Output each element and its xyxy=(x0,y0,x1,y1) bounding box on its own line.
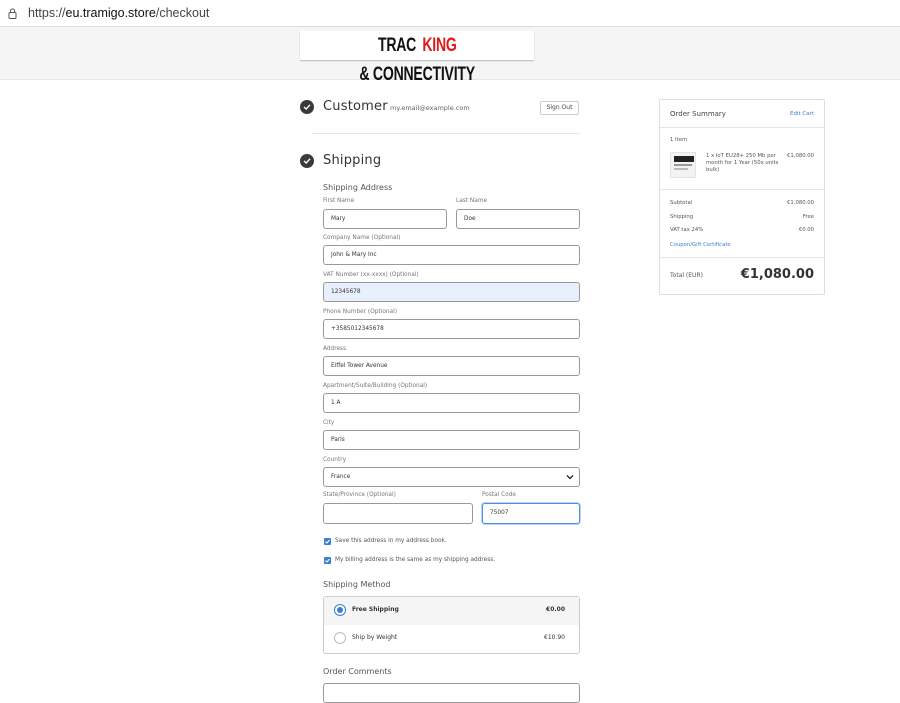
shipping-value: Free xyxy=(802,214,814,220)
save-address-checkbox[interactable] xyxy=(324,538,331,545)
country-label: Country xyxy=(323,457,347,463)
vat-field[interactable]: 12345678 xyxy=(323,282,580,302)
phone-field[interactable]: +3585012345678 xyxy=(323,319,580,339)
country-select[interactable]: France xyxy=(323,467,580,487)
apartment-field[interactable]: 1 A xyxy=(323,393,580,413)
shipping-option-price: €10.90 xyxy=(544,634,565,641)
shipping-option-name: Ship by Weight xyxy=(352,634,398,641)
save-address-label: Save this address in my address book. xyxy=(335,538,447,544)
apartment-label: Apartment/Suite/Building (Optional) xyxy=(323,383,428,389)
edit-cart-link[interactable]: Edit Cart xyxy=(790,111,814,117)
order-comments-field[interactable] xyxy=(323,683,580,703)
shipping-option-price: €0.00 xyxy=(546,606,565,613)
address-field[interactable]: Eiffel Tower Avenue xyxy=(323,356,580,376)
item-price: €1,080.00 xyxy=(787,153,814,159)
shipping-option-weight[interactable]: Ship by Weight €10.90 xyxy=(324,625,579,653)
chevron-down-icon xyxy=(566,475,574,480)
address-label: Address xyxy=(323,346,347,352)
customer-email: my.email@example.com xyxy=(390,104,470,112)
total-value: €1,080.00 xyxy=(740,267,814,282)
radio-unselected[interactable] xyxy=(334,632,346,644)
divider xyxy=(312,133,580,134)
postal-label: Postal Code xyxy=(482,492,516,498)
billing-same-label: My billing address is the same as my shi… xyxy=(335,557,496,563)
shipping-method-heading: Shipping Method xyxy=(323,580,391,589)
company-field[interactable]: John & Mary Inc xyxy=(323,245,580,265)
customer-step-title: Customer xyxy=(323,99,388,114)
state-field[interactable] xyxy=(323,503,473,524)
city-label: City xyxy=(323,420,335,426)
billing-same-checkbox[interactable] xyxy=(324,557,331,564)
shipping-step-title: Shipping xyxy=(323,153,382,168)
order-comments-heading: Order Comments xyxy=(323,667,392,676)
product-thumbnail xyxy=(670,152,696,178)
order-summary-panel: Order Summary Edit Cart 1 Item 1 x IoT E… xyxy=(659,99,825,295)
postal-code-field[interactable]: 75007 xyxy=(482,503,580,524)
vat-tax-value: €0.00 xyxy=(798,227,814,233)
country-value: France xyxy=(331,474,351,480)
last-name-field[interactable]: Doe xyxy=(456,209,580,229)
radio-selected[interactable] xyxy=(334,604,346,616)
subtotal-value: €1,080.00 xyxy=(787,200,814,206)
shipping-option-free[interactable]: Free Shipping €0.00 xyxy=(324,597,579,625)
vat-label: VAT Number (xx-xxxx) (Optional) xyxy=(323,272,419,278)
coupon-link[interactable]: Coupon/Gift Certificate xyxy=(670,242,731,248)
items-count: 1 Item xyxy=(670,137,688,143)
company-label: Company Name (Optional) xyxy=(323,235,401,241)
browser-address-bar[interactable]: https://eu.tramigo.store/checkout xyxy=(0,0,900,27)
shipping-option-name: Free Shipping xyxy=(352,606,399,613)
item-description: 1 x IoT EU28+ 250 Mb per month for 1 Yea… xyxy=(706,153,779,173)
state-label: State/Province (Optional) xyxy=(323,492,396,498)
phone-label: Phone Number (Optional) xyxy=(323,309,397,315)
divider xyxy=(660,189,824,190)
shipping-address-heading: Shipping Address xyxy=(323,183,393,192)
store-logo[interactable]: TRAC KING & CONNECTIVITY xyxy=(300,31,534,85)
sign-out-button[interactable]: Sign Out xyxy=(540,101,579,115)
shipping-label: Shipping xyxy=(670,214,694,220)
first-name-field[interactable]: Mary xyxy=(323,209,447,229)
first-name-label: First Name xyxy=(323,198,355,204)
shipping-method-list: Free Shipping €0.00 Ship by Weight €10.9… xyxy=(323,596,580,654)
vat-tax-label: VAT tax 24% xyxy=(670,227,704,233)
last-name-label: Last Name xyxy=(456,198,488,204)
subtotal-label: Subtotal xyxy=(670,200,693,206)
city-field[interactable]: Paris xyxy=(323,430,580,450)
check-circle-icon xyxy=(300,100,314,114)
order-summary-title: Order Summary xyxy=(670,110,726,118)
lock-icon xyxy=(8,8,17,19)
url-text[interactable]: https://eu.tramigo.store/checkout xyxy=(28,6,209,20)
total-label: Total (EUR) xyxy=(670,272,703,279)
divider xyxy=(660,127,824,128)
divider xyxy=(660,257,824,258)
site-header: TRAC KING & CONNECTIVITY xyxy=(0,27,900,85)
check-circle-icon xyxy=(300,154,314,168)
